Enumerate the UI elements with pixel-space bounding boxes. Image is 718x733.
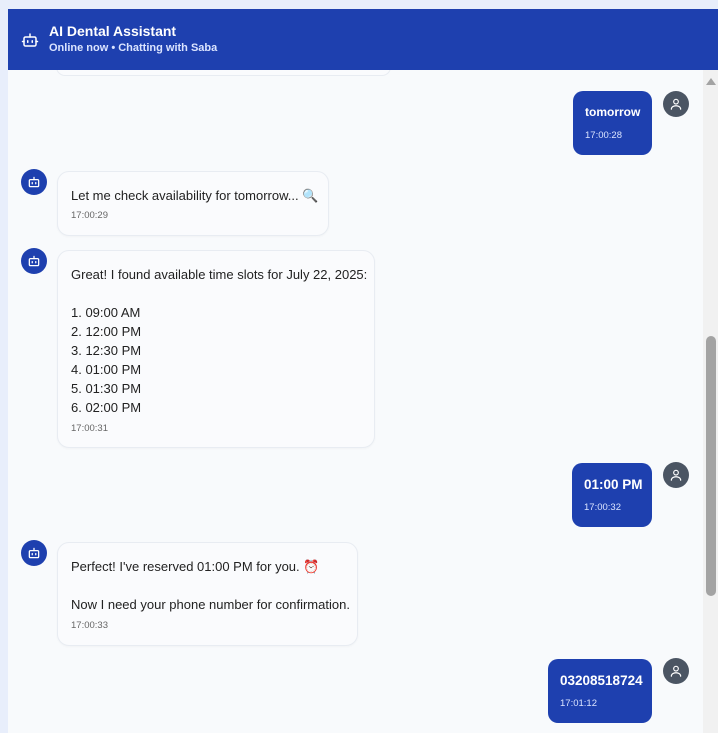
message-time: 17:00:29 bbox=[71, 210, 108, 221]
message-time: 17:00:32 bbox=[584, 502, 621, 513]
bot-avatar bbox=[21, 169, 47, 195]
previous-message-bubble bbox=[56, 70, 391, 76]
user-avatar bbox=[663, 91, 689, 117]
user-avatar bbox=[663, 658, 689, 684]
message-text: 01:00 PM bbox=[584, 477, 643, 492]
bot-icon bbox=[28, 547, 40, 559]
bot-message: Perfect! I've reserved 01:00 PM for you.… bbox=[57, 542, 358, 646]
chat-header: AI Dental Assistant Online now • Chattin… bbox=[8, 9, 718, 70]
user-icon bbox=[670, 469, 682, 481]
bot-avatar bbox=[21, 248, 47, 274]
message-time: 17:01:12 bbox=[560, 698, 597, 709]
message-time: 17:00:31 bbox=[71, 423, 108, 434]
scroll-up-arrow[interactable] bbox=[706, 78, 716, 85]
chat-status: Online now • Chatting with Saba bbox=[49, 42, 218, 54]
bot-icon bbox=[28, 176, 40, 188]
message-text: Great! I found available time slots for … bbox=[71, 267, 368, 415]
chat-messages[interactable]: tomorrow 17:00:28 Let me check availabil… bbox=[8, 70, 703, 733]
app-frame: AI Dental Assistant Online now • Chattin… bbox=[0, 0, 718, 733]
message-time: 17:00:33 bbox=[71, 620, 108, 631]
chat-scrollbar[interactable] bbox=[703, 70, 718, 733]
chat-title: AI Dental Assistant bbox=[49, 23, 177, 39]
user-icon bbox=[670, 665, 682, 677]
message-text: Let me check availability for tomorrow..… bbox=[71, 188, 319, 203]
user-avatar bbox=[663, 462, 689, 488]
user-icon bbox=[670, 98, 682, 110]
message-time: 17:00:28 bbox=[585, 130, 622, 141]
message-text: tomorrow bbox=[585, 105, 641, 119]
bot-message: Great! I found available time slots for … bbox=[57, 250, 375, 448]
bot-message: Let me check availability for tomorrow..… bbox=[57, 171, 329, 236]
bot-icon bbox=[28, 255, 40, 267]
message-text: 03208518724 bbox=[560, 673, 643, 688]
bot-avatar bbox=[21, 540, 47, 566]
scrollbar-thumb[interactable] bbox=[706, 336, 716, 596]
user-message: 03208518724 17:01:12 bbox=[548, 659, 652, 723]
user-message: tomorrow 17:00:28 bbox=[573, 91, 652, 155]
user-message: 01:00 PM 17:00:32 bbox=[572, 463, 652, 527]
bot-icon bbox=[21, 33, 39, 47]
message-text: Perfect! I've reserved 01:00 PM for you.… bbox=[71, 559, 350, 612]
